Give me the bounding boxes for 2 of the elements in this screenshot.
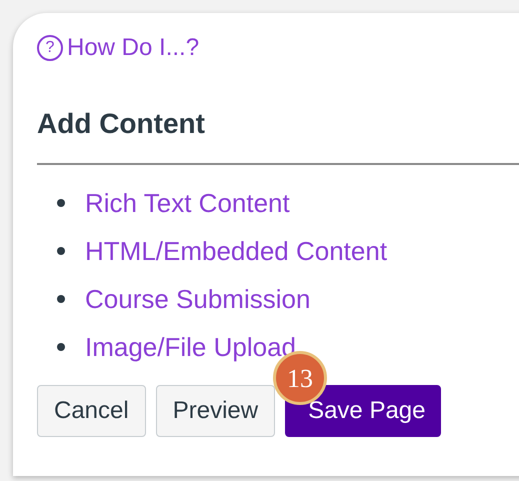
help-icon: ? [37, 35, 63, 61]
section-heading: Add Content [37, 107, 205, 141]
